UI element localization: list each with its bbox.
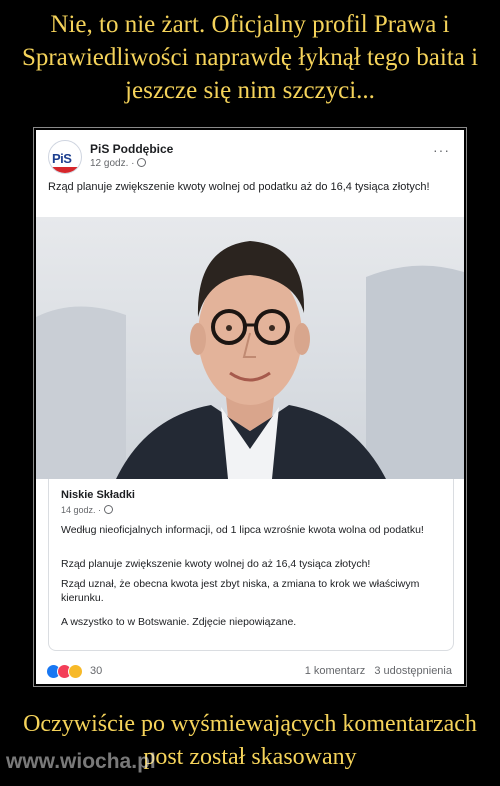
engagement-stats: 1 komentarz 3 udostępnienia bbox=[305, 665, 452, 677]
shared-post-meta: 14 godz. · bbox=[61, 505, 113, 515]
shared-paragraph-4: A wszystko to w Botswanie. Zdjęcie niepo… bbox=[61, 616, 297, 628]
shares-link[interactable]: 3 udostępnienia bbox=[374, 665, 452, 677]
bg-hill-left bbox=[36, 306, 126, 479]
post-timestamp[interactable]: 12 godz. · bbox=[90, 158, 134, 169]
reaction-count: 30 bbox=[90, 665, 103, 677]
site-watermark: www.wiocha.pl bbox=[6, 750, 156, 773]
post-meta: 12 godz. · bbox=[90, 158, 147, 169]
avatar-red-stripe bbox=[49, 167, 81, 173]
shared-post-box[interactable]: Niskie Składki 14 godz. · Według nieofic… bbox=[48, 479, 454, 651]
shared-paragraph-3: Rząd uznał, że obecna kwota jest zbyt ni… bbox=[61, 578, 420, 604]
pis-logo-icon: PiS bbox=[52, 151, 72, 166]
eye-right bbox=[269, 325, 275, 331]
shared-paragraph-1: Według nieoficjalnych informacji, od 1 l… bbox=[61, 524, 424, 536]
page-avatar[interactable]: PiS bbox=[48, 140, 82, 174]
more-options-icon[interactable]: ··· bbox=[433, 142, 450, 158]
eye-left bbox=[226, 325, 232, 331]
globe-icon bbox=[103, 505, 113, 514]
comments-link[interactable]: 1 komentarz bbox=[305, 665, 366, 677]
post-text: Rząd planuje zwiększenie kwoty wolnej od… bbox=[48, 181, 430, 193]
shared-page-name[interactable]: Niskie Składki bbox=[61, 489, 135, 501]
ear-left bbox=[190, 323, 206, 355]
screenshot-frame: PiS PiS Poddębice 12 godz. · ··· Rząd pl… bbox=[33, 127, 467, 687]
facebook-post-card: PiS PiS Poddębice 12 godz. · ··· Rząd pl… bbox=[36, 130, 464, 684]
shared-post-timestamp[interactable]: 14 godz. · bbox=[61, 505, 101, 515]
bg-hill-right bbox=[366, 265, 464, 479]
ear-right bbox=[294, 323, 310, 355]
globe-icon bbox=[137, 158, 147, 167]
shared-post-photo[interactable] bbox=[36, 217, 464, 479]
shared-paragraph-2: Rząd planuje zwiększenie kwoty wolnej do… bbox=[61, 558, 371, 570]
post-header: PiS PiS Poddębice 12 godz. · ··· bbox=[48, 140, 454, 176]
page-name-link[interactable]: PiS Poddębice bbox=[90, 142, 173, 156]
haha-reaction-icon bbox=[68, 664, 83, 679]
meme-top-caption: Nie, to nie żart. Oficjalny profil Prawa… bbox=[21, 11, 479, 104]
portrait-illustration bbox=[36, 241, 464, 479]
